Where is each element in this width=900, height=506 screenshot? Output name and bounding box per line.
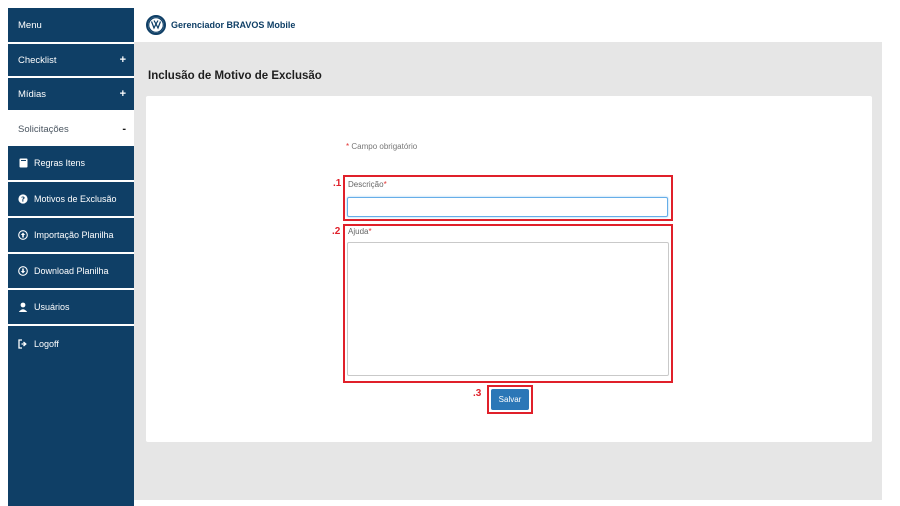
required-note-text: Campo obrigatório [351, 142, 418, 151]
annotation-marker-3: .3 [473, 388, 482, 399]
required-asterisk: * [346, 142, 350, 151]
top-bar: Gerenciador BRAVOS Mobile [134, 8, 900, 42]
sidebar-item-download-planilha[interactable]: Download Planilha [8, 254, 134, 290]
app-page: Menu Checklist + Mídias + Solicitações -… [0, 0, 900, 506]
sidebar-item-regras-itens[interactable]: Regras Itens [8, 146, 134, 182]
book-icon [18, 158, 28, 168]
logout-icon [18, 339, 28, 349]
sidebar-group-label: Solicitações [18, 123, 69, 135]
sidebar-item-label: Download Planilha [34, 266, 109, 276]
sidebar-item-label: Importação Planilha [34, 230, 114, 240]
required-asterisk: * [368, 227, 372, 236]
form-card: * Campo obrigatório .1 Descrição* .2 Aju… [146, 96, 872, 442]
save-button[interactable]: Salvar [491, 389, 529, 410]
sidebar-item-importacao-planilha[interactable]: Importação Planilha [8, 218, 134, 254]
upload-circle-icon [18, 230, 28, 240]
sidebar-item-label: Logoff [34, 339, 59, 349]
page-title: Inclusão de Motivo de Exclusão [148, 70, 322, 82]
sidebar-group-label: Mídias [18, 88, 46, 100]
description-input[interactable] [347, 197, 668, 217]
description-label: Descrição* [348, 180, 387, 189]
menu-header: Menu [8, 8, 134, 42]
sidebar-item-label: Regras Itens [34, 158, 86, 168]
question-circle-icon: ? [18, 194, 28, 204]
download-circle-icon [18, 266, 28, 276]
menu-title: Menu [18, 19, 42, 31]
sidebar-item-usuarios[interactable]: Usuários [8, 290, 134, 326]
content-area: Inclusão de Motivo de Exclusão * Campo o… [134, 42, 882, 500]
sidebar-item-motivos-exclusao[interactable]: ? Motivos de Exclusão [8, 182, 134, 218]
description-label-text: Descrição [348, 180, 384, 189]
expand-plus-icon: + [119, 88, 126, 100]
app-title: Gerenciador BRAVOS Mobile [171, 20, 296, 30]
sidebar-item-label: Usuários [34, 302, 70, 312]
required-asterisk: * [383, 180, 387, 189]
collapse-minus-icon: - [122, 123, 126, 135]
sidebar-item-label: Motivos de Exclusão [34, 194, 117, 204]
expand-plus-icon: + [119, 54, 126, 66]
sidebar-group-solicitacoes[interactable]: Solicitações - [8, 110, 134, 146]
sidebar-group-midias[interactable]: Mídias + [8, 76, 134, 110]
sidebar-group-checklist[interactable]: Checklist + [8, 42, 134, 76]
annotation-marker-1: .1 [333, 178, 342, 189]
help-label-text: Ajuda [348, 227, 369, 236]
sidebar-item-logoff[interactable]: Logoff [8, 326, 134, 362]
required-note: * Campo obrigatório [346, 142, 417, 151]
annotation-marker-2: .2 [332, 226, 341, 237]
sidebar-group-label: Checklist [18, 54, 57, 66]
sidebar: Menu Checklist + Mídias + Solicitações -… [8, 8, 134, 506]
help-textarea[interactable] [347, 242, 669, 376]
user-icon [18, 302, 28, 312]
svg-text:?: ? [21, 196, 25, 204]
vw-logo-icon [146, 15, 166, 35]
help-label: Ajuda* [348, 227, 372, 236]
